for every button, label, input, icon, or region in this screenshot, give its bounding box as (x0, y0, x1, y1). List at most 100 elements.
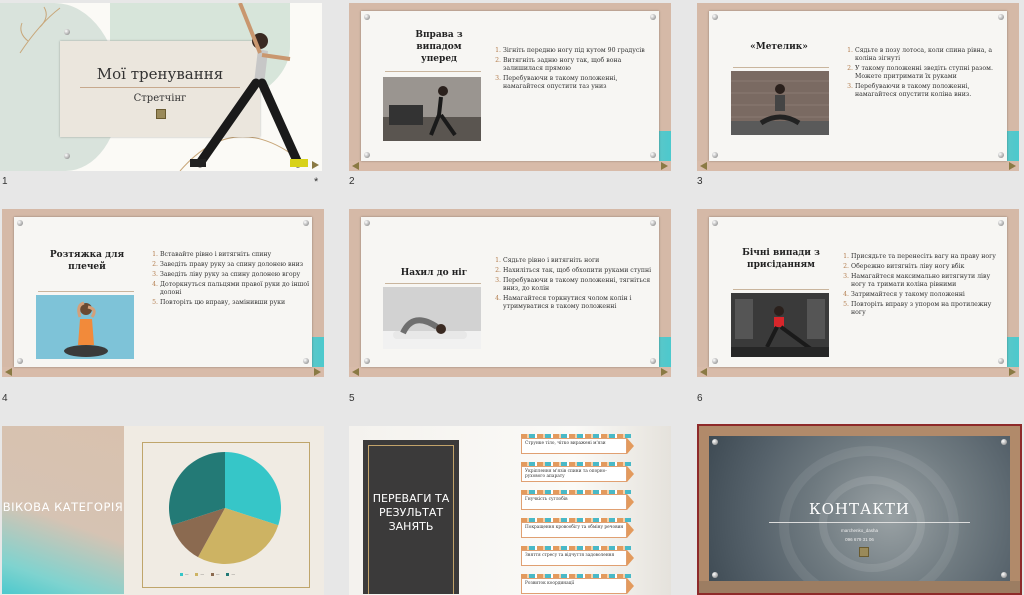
list-item: Заведіть ліву руку за спину долонею вгор… (160, 271, 310, 279)
rivet-icon (712, 358, 718, 364)
divider (733, 289, 829, 290)
rivet-icon (364, 358, 370, 364)
lunge-photo (383, 77, 481, 141)
steps-list: Вставайте рівно і витягніть спину Заведі… (148, 251, 310, 309)
slide-number: 5 (349, 393, 355, 404)
next-arrow-icon (661, 368, 668, 376)
stretching-woman-photo (190, 3, 308, 168)
rivet-icon (712, 220, 718, 226)
title-panel: ПЕРЕВАГИ ТА РЕЗУЛЬТАТ ЗАНЯТЬ (363, 440, 459, 594)
slide-thumbnail-1[interactable]: Мої тренування Стретчінг (0, 3, 322, 171)
list-item: Нахиліться так, щоб обхопити руками ступ… (503, 267, 653, 275)
rivet-icon (17, 220, 23, 226)
slide-thumbnail-7[interactable]: ВІКОВА КАТЕГОРІЯ — — — — (2, 426, 324, 595)
prev-arrow-icon (5, 368, 12, 376)
rivet-icon (364, 220, 370, 226)
divider (385, 283, 481, 284)
forward-bend-photo (383, 287, 481, 349)
content-card: Нахил до ніг Сядьте рівно і витягніть но… (361, 217, 659, 367)
divider (733, 67, 829, 68)
rivet-icon (998, 152, 1004, 158)
slide-thumbnail-3[interactable]: «Метелик» Сядьте в позу лотоса, коли спи… (697, 3, 1019, 171)
rivet-icon (303, 220, 309, 226)
list-item: Перебуваючи в такому положенні, намагайт… (855, 83, 1005, 99)
list-item: Зігніть передню ногу під кутом 90 градус… (503, 47, 648, 55)
slide-nav-bar (699, 581, 1020, 593)
legend-item: — (210, 572, 219, 576)
slide-number: 6 (697, 393, 703, 404)
content-card: «Метелик» Сядьте в позу лотоса, коли спи… (709, 11, 1007, 161)
next-arrow-icon (1009, 368, 1016, 376)
list-item: Затримайтеся у такому положенні (851, 291, 1006, 299)
chevron-icon (627, 494, 634, 510)
content-card: Вправа з випадом уперед Зігніть передню … (361, 11, 659, 161)
slide-title: КОНТАКТИ (808, 500, 911, 518)
slide-number: 1 (2, 176, 8, 187)
legend-item: — (195, 572, 204, 576)
list-item: Присядьте та перенесіть вагу на праву но… (851, 253, 1006, 261)
rivet-icon (998, 358, 1004, 364)
slide-title: Нахил до ніг (400, 268, 468, 278)
rivet-icon (998, 220, 1004, 226)
chevron-icon (627, 550, 634, 566)
steps-list: Сядьте в позу лотоса, коли спина рівна, … (843, 47, 1005, 101)
legend-item: — (180, 572, 189, 576)
list-item: Зняття стресу та відчуття задоволення (521, 550, 627, 566)
rivet-icon (64, 153, 70, 159)
rivet-icon (998, 14, 1004, 20)
age-pie-chart (169, 452, 281, 564)
slide-thumbnail-4[interactable]: Розтяжка для плечей Вставайте рівно і ви… (2, 209, 324, 377)
divider (769, 522, 970, 523)
chevron-icon (627, 466, 634, 482)
list-item: Розвиток координації (521, 578, 627, 594)
list-item: Вставайте рівно і витягніть спину (160, 251, 310, 259)
content-card: Бічні випади з присіданням Присядьте та … (709, 217, 1007, 367)
divider (38, 291, 134, 292)
rivet-icon (17, 358, 23, 364)
slide-title: Бічні випади з присіданням (742, 248, 820, 270)
slide-title: ПЕРЕВАГИ ТА РЕЗУЛЬТАТ ЗАНЯТЬ (372, 492, 450, 533)
slide-thumbnail-6[interactable]: Бічні випади з присіданням Присядьте та … (697, 209, 1019, 377)
list-item: Струнке тіло, чітко виражені м'язи (521, 438, 627, 454)
slide-thumbnail-5[interactable]: Нахил до ніг Сядьте рівно і витягніть но… (349, 209, 671, 377)
rivet-icon (364, 152, 370, 158)
list-item: Витягніть задню ногу так, щоб вона залиш… (503, 57, 648, 73)
prev-arrow-icon (700, 368, 707, 376)
rivet-icon (712, 152, 718, 158)
slide-thumbnail-9[interactable]: КОНТАКТИ marchenko_dasha 096 679 31 06 (697, 424, 1022, 595)
list-item: Намагайтеся торкнутися чолом колін і утр… (503, 295, 653, 311)
chevron-icon (627, 578, 634, 594)
slide-nav-bar (697, 367, 1019, 377)
next-arrow-icon (661, 162, 668, 170)
list-item: Сядьте рівно і витягніть ноги (503, 257, 653, 265)
slide-thumbnail-2[interactable]: Вправа з випадом уперед Зігніть передню … (349, 3, 671, 171)
slide-nav-bar (2, 367, 324, 377)
rivet-icon (64, 29, 70, 35)
next-arrow-icon (1009, 162, 1016, 170)
slide-nav-bar (349, 367, 671, 377)
slide-thumbnail-8[interactable]: ПЕРЕВАГИ ТА РЕЗУЛЬТАТ ЗАНЯТЬ Струнке тіл… (349, 426, 671, 595)
chevron-icon (627, 438, 634, 454)
list-item: Укріплення м'язів спини та опорно-рухово… (521, 466, 627, 482)
shoulder-stretch-photo (36, 295, 134, 359)
rivet-icon (712, 439, 718, 445)
speaker-icon (156, 109, 166, 119)
next-arrow-icon (314, 368, 321, 376)
rivet-icon (650, 14, 656, 20)
list-item: Гнучкість суглобів (521, 494, 627, 510)
rivet-icon (650, 152, 656, 158)
slide-nav-bar (697, 161, 1019, 171)
slide-title: Розтяжка для плечей (49, 250, 125, 272)
divider (385, 71, 481, 72)
rivet-icon (364, 14, 370, 20)
slide-title: ВІКОВА КАТЕГОРІЯ (2, 500, 124, 514)
steps-list: Присядьте та перенесіть вагу на праву но… (839, 253, 1006, 319)
list-item: Перебуваючи в такому положенні, тягнітьс… (503, 277, 653, 293)
list-item: Повторіть вправу з упором на протилежну … (851, 301, 1006, 317)
contact-instagram: marchenko_dasha (840, 528, 879, 533)
list-item: Покращення кровообігу та обміну речовин (521, 522, 627, 538)
slide-title: «Метелик» (750, 42, 808, 52)
steps-list: Сядьте рівно і витягніть ноги Нахиліться… (491, 257, 653, 313)
slide-nav-bar (349, 161, 671, 171)
list-item: Доторкнуться пальцями правої руки до інш… (160, 281, 310, 297)
